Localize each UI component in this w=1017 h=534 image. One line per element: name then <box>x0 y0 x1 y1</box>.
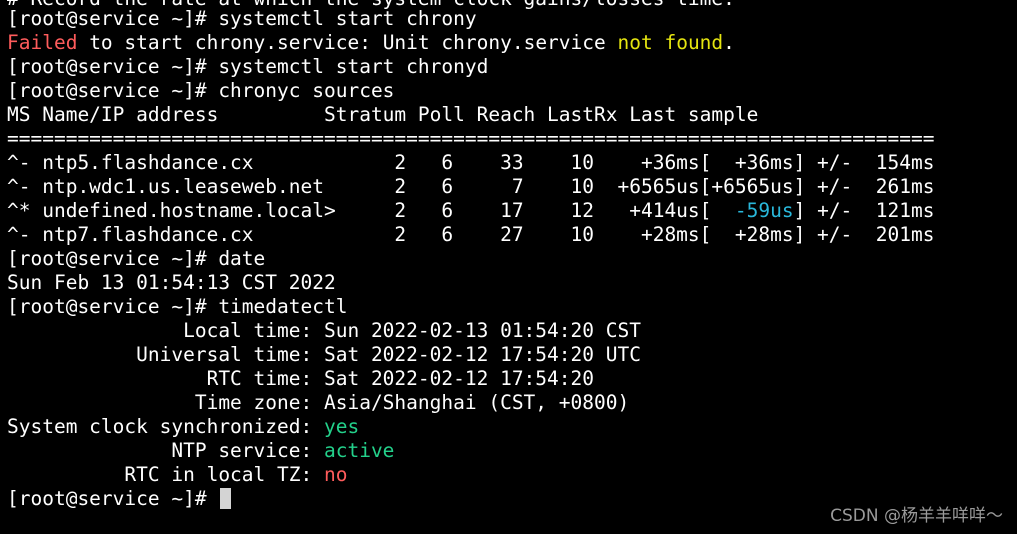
command-line: [root@service ~]# systemctl start chrony <box>7 7 477 30</box>
clock-sync-line: System clock synchronized: yes <box>7 415 359 439</box>
row-text: ^* undefined.hostname.local> 2 6 17 12 +… <box>7 199 735 222</box>
row-text-end: ] +/- 121ms <box>793 199 935 222</box>
sources-table-divider: ========================================… <box>7 127 935 150</box>
sources-table-row: ^* undefined.hostname.local> 2 6 17 12 +… <box>7 199 934 223</box>
sources-table-row: ^- ntp.wdc1.us.leaseweb.net 2 6 7 10 +65… <box>7 175 935 198</box>
universal-time-line: Universal time: Sat 2022-02-12 17:54:20 … <box>7 343 641 366</box>
rtc-local-tz-line: RTC in local TZ: no <box>7 463 347 487</box>
rtc-local-tz-label: RTC in local TZ: <box>7 463 324 486</box>
error-line: Failed to start chrony.service: Unit chr… <box>7 31 735 55</box>
command-line: [root@service ~]# systemctl start chrony… <box>7 55 489 78</box>
local-time-line: Local time: Sun 2022-02-13 01:54:20 CST <box>7 319 641 342</box>
prompt-line[interactable]: [root@service ~]# <box>7 487 232 511</box>
terminal-window[interactable]: # Record the rate at which the system cl… <box>0 0 1017 534</box>
clock-sync-label: System clock synchronized: <box>7 415 324 438</box>
time-zone-line: Time zone: Asia/Shanghai (CST, +0800) <box>7 391 630 414</box>
text-cursor <box>220 488 232 509</box>
clock-sync-value: yes <box>323 415 360 438</box>
not-found-keyword: not found <box>617 31 724 54</box>
sources-table-row: ^- ntp7.flashdance.cx 2 6 27 10 +28ms[ +… <box>7 223 935 246</box>
error-period: . <box>723 31 735 54</box>
error-message: to start chrony.service: Unit chrony.ser… <box>77 31 618 54</box>
watermark: CSDN @杨羊羊咩咩～ <box>830 506 1003 526</box>
command-line: [root@service ~]# chronyc sources <box>7 79 395 102</box>
command-line: [root@service ~]# timedatectl <box>7 295 348 318</box>
ntp-service-label: NTP service: <box>7 439 324 462</box>
ntp-service-value: active <box>323 439 395 462</box>
offset-value: -59us <box>734 199 794 222</box>
rtc-time-line: RTC time: Sat 2022-02-12 17:54:20 <box>7 367 594 390</box>
rtc-local-tz-value: no <box>323 463 348 486</box>
sources-table-row: ^- ntp5.flashdance.cx 2 6 33 10 +36ms[ +… <box>7 151 935 174</box>
ntp-service-line: NTP service: active <box>7 439 394 463</box>
command-line: [root@service ~]# date <box>7 247 266 270</box>
date-output: Sun Feb 13 01:54:13 CST 2022 <box>7 271 336 294</box>
shell-prompt: [root@service ~]# <box>7 487 219 510</box>
failed-keyword: Failed <box>7 31 78 54</box>
sources-table-header: MS Name/IP address Stratum Poll Reach La… <box>7 103 759 126</box>
